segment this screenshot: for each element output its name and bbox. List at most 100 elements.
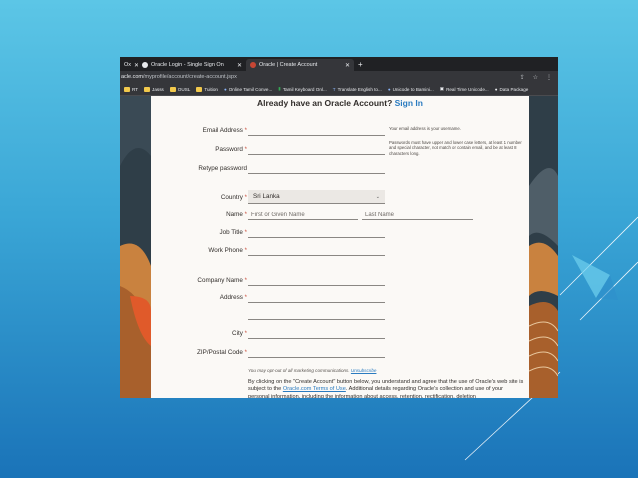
bookmark-item[interactable]: ▣ Real Time Unicode... bbox=[440, 86, 489, 92]
label-text: ZIP/Postal Code bbox=[197, 349, 243, 356]
label-text: Name bbox=[226, 211, 243, 218]
city-row: City * bbox=[151, 329, 529, 341]
globe-icon: ● bbox=[223, 86, 227, 92]
bookmark-item[interactable]: ● Online Tamil Conve... bbox=[224, 87, 272, 92]
bookmark-label: Online Tamil Conve... bbox=[228, 86, 273, 92]
bookmark-item[interactable]: ● Unicode to Bamini... bbox=[388, 87, 434, 92]
label-text: Retype password bbox=[198, 165, 247, 172]
required-mark: * bbox=[244, 295, 247, 301]
bookmark-label: Translate English to... bbox=[337, 86, 382, 92]
work-phone-row: Work Phone * bbox=[151, 246, 529, 258]
company-label: Company Name * bbox=[197, 276, 247, 286]
folder-icon bbox=[124, 86, 130, 92]
page-heading: Already have an Oracle Account? Sign In bbox=[151, 98, 529, 108]
label-text: Country bbox=[220, 194, 243, 201]
create-account-form: Already have an Oracle Account? Sign In … bbox=[151, 96, 529, 398]
optout-note: You may opt-out of all marketing communi… bbox=[248, 368, 376, 373]
new-tab-button[interactable]: + bbox=[354, 59, 367, 71]
close-icon[interactable]: ✕ bbox=[237, 62, 242, 69]
web-page: Already have an Oracle Account? Sign In … bbox=[120, 96, 558, 398]
first-name-field[interactable] bbox=[248, 210, 358, 220]
label-text: City bbox=[232, 330, 243, 337]
retype-password-field[interactable] bbox=[248, 164, 385, 174]
label-text: Address bbox=[219, 294, 243, 301]
required-mark: * bbox=[244, 331, 247, 337]
last-name-field[interactable] bbox=[362, 210, 473, 220]
email-field[interactable] bbox=[248, 126, 385, 136]
bookmark-item[interactable]: RT bbox=[124, 86, 138, 92]
bookmark-item[interactable]: ● Data Package bbox=[495, 87, 529, 92]
password-hint: Passwords must have upper and lower case… bbox=[389, 140, 522, 156]
address-line-2-field[interactable] bbox=[248, 310, 385, 320]
doc-icon: ▣ bbox=[439, 86, 445, 91]
keyboard-icon: ▮ bbox=[278, 86, 281, 91]
browser-screenshot: Ox ✕ Oracle Login - Single Sign On ✕ Ora… bbox=[120, 57, 558, 398]
required-mark: * bbox=[244, 350, 247, 356]
bookmark-item[interactable]: T Translate English to... bbox=[333, 87, 382, 92]
close-icon[interactable]: ✕ bbox=[345, 62, 350, 69]
bookmark-label: Tuition bbox=[204, 86, 218, 92]
required-mark: * bbox=[244, 128, 247, 134]
folder-icon bbox=[169, 86, 176, 92]
retype-password-row: Retype password bbox=[151, 164, 529, 176]
unsubscribe-link[interactable]: Unsubscribe bbox=[351, 368, 377, 373]
bookmark-item[interactable]: ▮ Tamil Keyboard Onl... bbox=[278, 86, 326, 92]
job-title-field[interactable] bbox=[248, 228, 385, 238]
menu-icon[interactable]: ⋮ bbox=[546, 74, 552, 81]
browser-tab-bar: Ox ✕ Oracle Login - Single Sign On ✕ Ora… bbox=[120, 57, 558, 71]
required-mark: * bbox=[244, 195, 247, 201]
label-text: Email Address bbox=[202, 127, 243, 134]
country-select[interactable]: Sri Lanka ⌄ bbox=[248, 190, 385, 204]
label-text: Password bbox=[215, 146, 243, 153]
heading-text: Already have an Oracle Account? bbox=[257, 98, 393, 108]
work-phone-label: Work Phone * bbox=[208, 246, 247, 256]
share-icon[interactable]: ⇪ bbox=[520, 74, 525, 81]
terms-of-use-link[interactable]: Oracle.com Terms of Use bbox=[283, 386, 346, 392]
bookmark-item[interactable]: OUSL bbox=[169, 86, 191, 92]
job-title-row: Job Title * bbox=[151, 228, 529, 240]
globe-icon: ● bbox=[494, 86, 498, 92]
address-bar[interactable]: acle.com/myprofile/account/create-accoun… bbox=[120, 71, 558, 83]
decorative-art-left bbox=[120, 96, 151, 398]
address-row: Address * bbox=[151, 293, 529, 305]
city-field[interactable] bbox=[248, 329, 385, 339]
browser-tab-oracle-login[interactable]: Oracle Login - Single Sign On ✕ bbox=[138, 59, 246, 71]
company-row: Company Name * bbox=[151, 276, 529, 288]
url-host: acle.com bbox=[121, 74, 144, 80]
legal-text: By clicking on the "Create Account" butt… bbox=[248, 379, 526, 398]
bookmarks-bar: RT Jasss OUSL Tuition ● Online Tamil Conv… bbox=[120, 83, 558, 96]
browser-tab-0[interactable]: Ox ✕ bbox=[120, 59, 138, 71]
zip-field[interactable] bbox=[248, 348, 385, 358]
zip-label: ZIP/Postal Code * bbox=[197, 348, 247, 358]
address-line-1-field[interactable] bbox=[248, 293, 385, 303]
sign-in-link[interactable]: Sign In bbox=[395, 98, 423, 108]
zip-row: ZIP/Postal Code * bbox=[151, 348, 529, 360]
star-icon[interactable]: ☆ bbox=[533, 74, 538, 81]
browser-tab-create-account[interactable]: Oracle | Create Account ✕ bbox=[246, 59, 354, 71]
bookmark-item[interactable]: Jasss bbox=[144, 86, 164, 92]
address-label: Address * bbox=[220, 293, 247, 303]
name-row: Name * bbox=[151, 210, 529, 222]
password-label: Password * bbox=[215, 145, 247, 155]
country-row: Country * Sri Lanka ⌄ bbox=[151, 190, 529, 205]
work-phone-field[interactable] bbox=[248, 246, 385, 256]
globe-icon bbox=[142, 62, 148, 68]
globe-icon: ● bbox=[387, 86, 391, 92]
url-path: /myprofile/account/create-account.jspx bbox=[143, 74, 237, 80]
bookmark-label: OUSL bbox=[177, 86, 191, 92]
bookmark-label: Tamil Keyboard Onl... bbox=[282, 86, 327, 92]
email-hint: Your email address is your username. bbox=[389, 126, 461, 131]
password-row: Password * Passwords must have upper and… bbox=[151, 140, 529, 157]
city-label: City * bbox=[232, 329, 247, 339]
translate-icon: T bbox=[332, 86, 336, 92]
email-row: Email Address * Your email address is yo… bbox=[151, 126, 529, 138]
email-label: Email Address * bbox=[203, 126, 247, 136]
password-field[interactable] bbox=[248, 145, 385, 155]
bookmark-item[interactable]: Tuition bbox=[196, 86, 218, 92]
required-mark: * bbox=[244, 230, 247, 236]
tab-label: Oracle Login - Single Sign On bbox=[151, 62, 224, 68]
optout-text: You may opt-out of all marketing communi… bbox=[248, 368, 350, 373]
job-title-label: Job Title * bbox=[219, 228, 247, 238]
company-name-field[interactable] bbox=[248, 276, 385, 286]
bookmark-label: Unicode to Bamini... bbox=[392, 86, 434, 92]
